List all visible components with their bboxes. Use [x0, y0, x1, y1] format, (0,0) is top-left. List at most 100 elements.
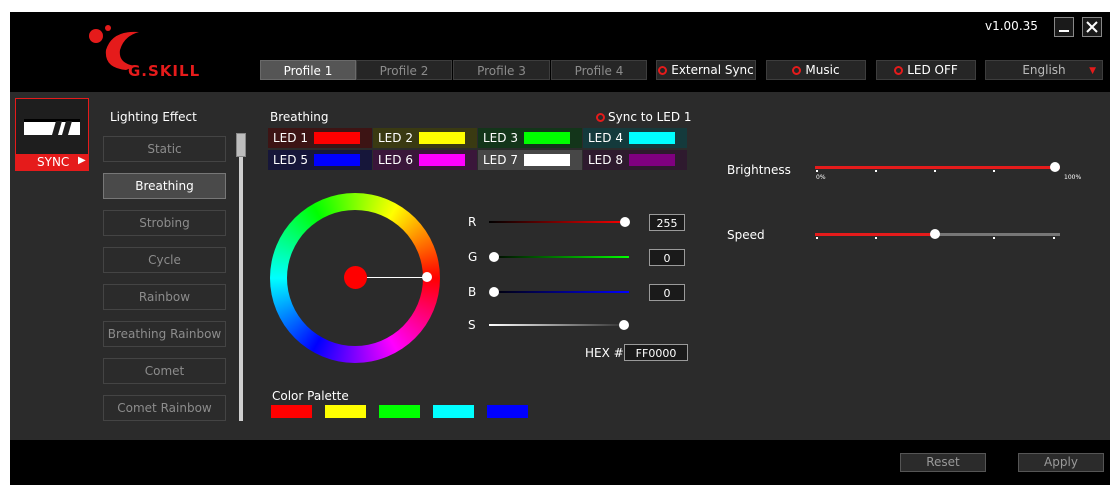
tab-profile-2[interactable]: Profile 2: [356, 60, 452, 80]
led-7[interactable]: LED 7: [478, 150, 582, 170]
led-label: LED 3: [483, 131, 518, 145]
tab-profile-1[interactable]: Profile 1: [260, 60, 356, 80]
brightness-label: Brightness: [727, 163, 791, 177]
version-label: v1.00.35: [985, 19, 1038, 33]
scrollbar-thumb[interactable]: [236, 133, 246, 157]
r-slider[interactable]: [489, 216, 631, 228]
s-slider-track: [489, 324, 629, 326]
radio-ring-icon: [658, 65, 668, 75]
b-slider[interactable]: [489, 286, 631, 298]
speed-tick: [993, 237, 995, 239]
led-4[interactable]: LED 4: [583, 128, 687, 148]
close-button[interactable]: [1082, 17, 1102, 37]
sync-device-button[interactable]: SYNC ▶: [15, 154, 89, 171]
r-slider-thumb[interactable]: [620, 217, 630, 227]
led-6[interactable]: LED 6: [373, 150, 477, 170]
b-label: B: [468, 285, 477, 299]
radio-ring-icon: [792, 65, 802, 75]
minimize-button[interactable]: [1054, 17, 1074, 37]
r-value-input[interactable]: 255: [649, 214, 685, 231]
effect-breathing[interactable]: Breathing: [103, 173, 226, 199]
wheel-hue-handle[interactable]: [422, 272, 432, 282]
led-label: LED 6: [378, 153, 413, 167]
led-color-swatch: [419, 132, 465, 144]
s-slider-thumb[interactable]: [619, 320, 629, 330]
effect-panel-title: Breathing: [270, 110, 329, 124]
brightness-fill: [815, 166, 1060, 169]
device-card[interactable]: [15, 98, 89, 158]
led-off-button[interactable]: LED OFF: [876, 60, 976, 80]
effect-comet-rainbow[interactable]: Comet Rainbow: [103, 395, 226, 421]
color-wheel[interactable]: [270, 193, 440, 363]
brightness-slider[interactable]: [815, 161, 1063, 175]
apply-button[interactable]: Apply: [1018, 453, 1104, 472]
led-label: LED 8: [588, 153, 623, 167]
g-value-input[interactable]: 0: [649, 249, 685, 266]
g-slider[interactable]: [489, 251, 631, 263]
close-icon: [1086, 21, 1098, 33]
tab-profile-3[interactable]: Profile 3: [453, 60, 550, 80]
led-color-swatch: [629, 154, 675, 166]
led-label: LED 4: [588, 131, 623, 145]
palette-swatch-blue[interactable]: [487, 405, 528, 418]
b-value-input[interactable]: 0: [649, 284, 685, 301]
effect-breathing-rainbow[interactable]: Breathing Rainbow: [103, 321, 226, 347]
speed-thumb[interactable]: [930, 229, 940, 239]
led-color-swatch: [314, 132, 360, 144]
radio-ring-icon: [596, 112, 605, 122]
speed-tick: [875, 237, 877, 239]
brightness-tick: [993, 170, 995, 172]
effect-comet[interactable]: Comet: [103, 358, 226, 384]
palette-swatch-cyan[interactable]: [433, 405, 474, 418]
hex-input[interactable]: FF0000: [624, 344, 688, 361]
tab-profile-4[interactable]: Profile 4: [551, 60, 647, 80]
effect-list-scrollbar[interactable]: [236, 133, 246, 421]
led-5[interactable]: LED 5: [268, 150, 372, 170]
effect-static[interactable]: Static: [103, 136, 226, 162]
g-slider-thumb[interactable]: [489, 252, 499, 262]
palette-swatch-green[interactable]: [379, 405, 420, 418]
dropdown-arrow-icon: ▼: [1089, 66, 1096, 76]
led-8[interactable]: LED 8: [583, 150, 687, 170]
current-color-dot: [344, 266, 367, 289]
g-label: G: [468, 250, 478, 264]
effect-cycle[interactable]: Cycle: [103, 247, 226, 273]
led-3[interactable]: LED 3: [478, 128, 582, 148]
led-label: LED 5: [273, 153, 308, 167]
s-slider[interactable]: [489, 319, 631, 331]
reset-button[interactable]: Reset: [900, 453, 986, 472]
r-label: R: [468, 215, 477, 229]
led-label: LED 1: [273, 131, 308, 145]
speed-label: Speed: [727, 228, 765, 242]
external-sync-button[interactable]: External Sync: [656, 60, 756, 80]
brightness-tick: [875, 170, 877, 172]
music-button[interactable]: Music: [766, 60, 866, 80]
hex-label: HEX #: [585, 346, 624, 360]
palette-swatch-yellow[interactable]: [325, 405, 366, 418]
led-2[interactable]: LED 2: [373, 128, 477, 148]
memory-module-icon: [24, 119, 80, 135]
language-value: English: [1022, 63, 1066, 77]
logo-text: G.SKILL: [128, 62, 201, 80]
led-color-swatch: [419, 154, 465, 166]
s-label: S: [468, 318, 476, 332]
sync-to-led-option[interactable]: Sync to LED 1: [596, 110, 692, 124]
effect-rainbow[interactable]: Rainbow: [103, 284, 226, 310]
speed-slider[interactable]: [815, 228, 1063, 242]
palette-swatch-red[interactable]: [271, 405, 312, 418]
play-arrow-icon: ▶: [78, 155, 86, 166]
radio-ring-icon: [894, 65, 904, 75]
led-label: LED 7: [483, 153, 518, 167]
b-slider-thumb[interactable]: [489, 287, 499, 297]
external-sync-label: External Sync: [671, 63, 754, 77]
sync-label: SYNC: [37, 155, 70, 169]
r-slider-track: [489, 221, 629, 223]
led-color-swatch: [314, 154, 360, 166]
led-off-label: LED OFF: [907, 63, 958, 77]
language-select[interactable]: English ▼: [985, 60, 1103, 80]
b-slider-track: [489, 291, 629, 293]
led-1[interactable]: LED 1: [268, 128, 372, 148]
brightness-thumb[interactable]: [1050, 162, 1060, 172]
effect-strobing[interactable]: Strobing: [103, 210, 226, 236]
brightness-tick: [934, 170, 936, 172]
